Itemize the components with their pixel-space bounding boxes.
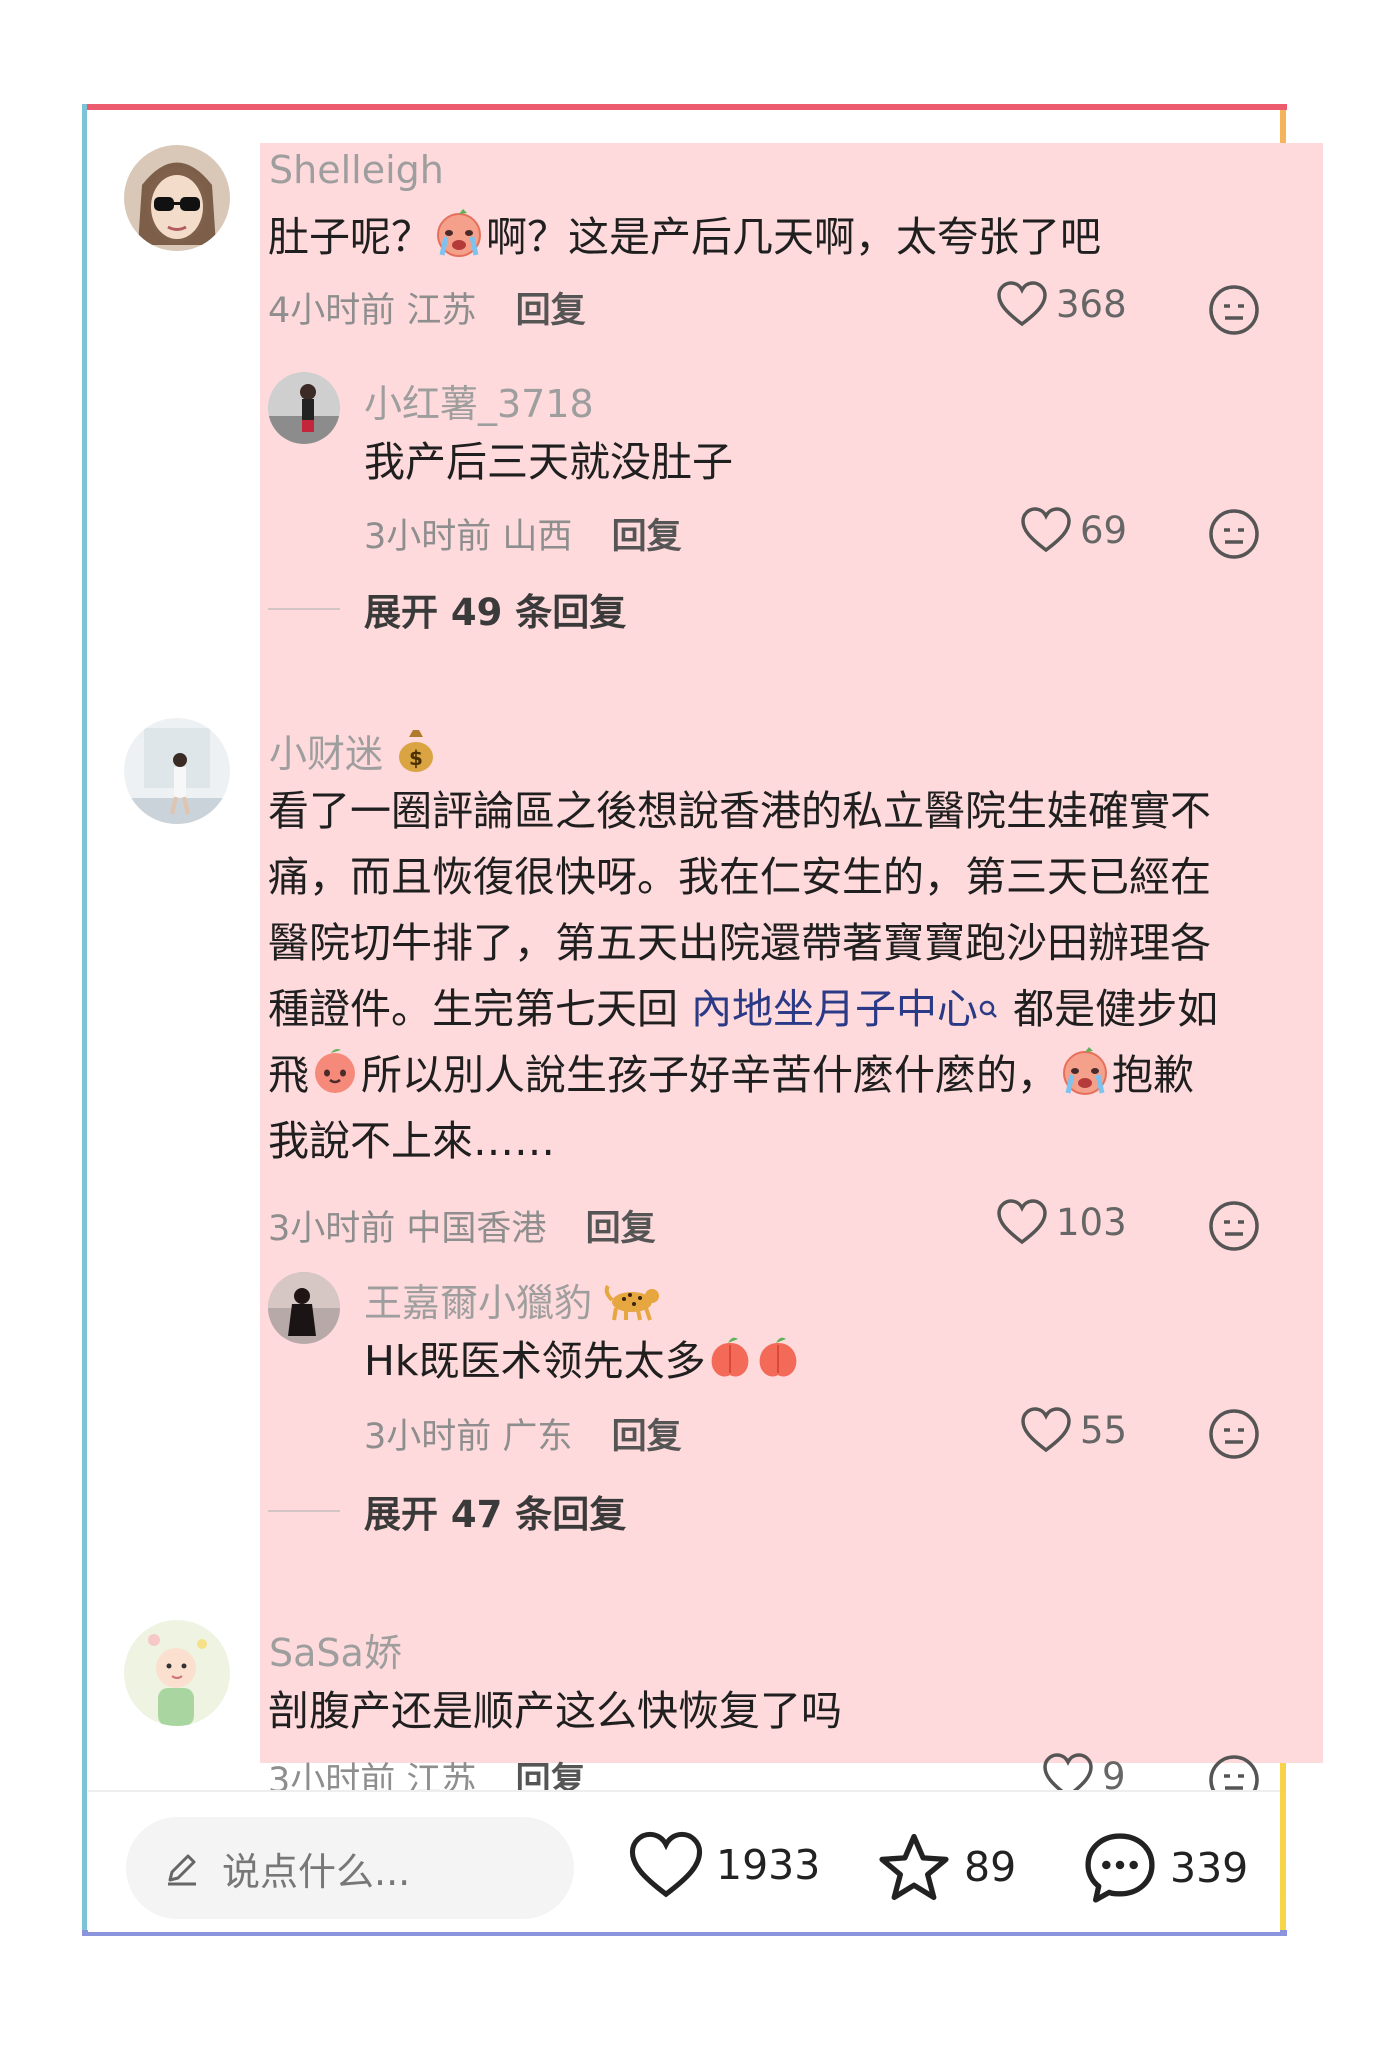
comment-text-line: 痛，而且恢復很快呀。我在仁安生的，第三天已經在 <box>268 853 1211 901</box>
reply-text: Hk既医术领先太多 <box>364 1328 802 1400</box>
svg-text:$: $ <box>409 746 423 770</box>
heart-icon <box>997 1199 1047 1245</box>
comment-time: 3小时前 <box>268 1209 396 1249</box>
comment-location: 中国香港 <box>406 1209 547 1249</box>
like-count: 55 <box>1080 1408 1128 1452</box>
comment-input[interactable]: 说点什么... <box>126 1817 574 1919</box>
reply-time: 3小时前 <box>364 1417 492 1457</box>
comment-text-line: 我說不上來…… <box>268 1117 555 1165</box>
peach-emoji <box>706 1334 754 1400</box>
username-text: 小财迷 <box>269 732 384 776</box>
comment-username[interactable]: Shelleigh <box>269 148 444 192</box>
reply-button[interactable]: 回复 <box>612 1417 682 1457</box>
comment-text-part: 所以別人說生孩子好辛苦什麼什麼的， <box>361 1051 1058 1099</box>
reply-text-part: Hk既医术领先太多 <box>364 1337 706 1385</box>
favorite-button[interactable]: 89 <box>876 1830 1016 1904</box>
like-button[interactable]: 55 <box>1020 1406 1127 1454</box>
comment-text: 剖腹产还是顺产这么快恢复了吗 <box>268 1687 842 1735</box>
reply-time: 3小时前 <box>364 517 492 557</box>
comment-text-line: 種證件。生完第七天回 內地坐月子中心 都是健步如 <box>268 976 1218 1048</box>
comment-button[interactable]: 339 <box>1082 1830 1248 1906</box>
like-button[interactable]: 69 <box>1020 506 1127 554</box>
avatar[interactable] <box>124 1620 230 1726</box>
reply-location: 山西 <box>502 517 573 557</box>
comment-text-line: 醫院切牛排了，第五天出院還帶著寶寶跑沙田辦理各 <box>268 919 1211 967</box>
comment-text-part: 都是健步如 <box>1000 985 1219 1033</box>
neutral-face-icon[interactable] <box>1208 1408 1260 1464</box>
neutral-face-icon[interactable] <box>1208 508 1260 564</box>
frame-border-top <box>84 104 1287 110</box>
peach-emoji <box>309 1047 361 1114</box>
comment-text-part: 啊？这是产后几天啊，太夸张了吧 <box>486 213 1101 261</box>
expand-divider <box>268 608 340 610</box>
like-count: 368 <box>1056 282 1127 326</box>
like-count: 69 <box>1080 508 1128 552</box>
username-text: 王嘉爾小獵豹 <box>364 1281 593 1325</box>
favorite-total: 89 <box>964 1843 1017 1891</box>
avatar[interactable] <box>124 718 230 824</box>
comment-text-part: 肚子呢？ <box>268 213 432 261</box>
comment-location: 江苏 <box>406 291 477 331</box>
neutral-face-icon[interactable] <box>1208 284 1260 340</box>
like-count: 103 <box>1056 1200 1127 1244</box>
comment-text-line: 飛 所以別人說生孩子好辛苦什麼什麼的， 抱歉 <box>268 1042 1194 1114</box>
comment-time: 4小时前 <box>268 291 396 331</box>
comment-input-placeholder: 说点什么... <box>222 1849 411 1894</box>
comment-meta: 3小时前 中国香港 回复 <box>268 1200 656 1251</box>
reply-button[interactable]: 回复 <box>586 1209 656 1249</box>
expand-replies-button[interactable]: 展开 49 条回复 <box>364 582 626 636</box>
comment-username[interactable]: SaSa娇 <box>269 1622 402 1677</box>
leopard-emoji <box>604 1280 662 1331</box>
crying-emoji <box>432 209 486 276</box>
expand-divider <box>268 1510 340 1512</box>
like-button[interactable]: 368 <box>996 280 1127 328</box>
expand-replies-button[interactable]: 展开 47 条回复 <box>364 1484 626 1538</box>
reply-location: 广东 <box>502 1417 573 1457</box>
neutral-face-icon[interactable] <box>1208 1200 1260 1256</box>
heart-icon <box>629 1831 703 1898</box>
heart-icon <box>1021 507 1071 553</box>
search-link[interactable]: 內地坐月子中心 <box>691 985 978 1033</box>
avatar[interactable] <box>268 372 340 444</box>
reply-text: 我产后三天就没肚子 <box>364 438 733 486</box>
heart-icon <box>1021 1407 1071 1453</box>
reply-username[interactable]: 小红薯_3718 <box>364 373 594 428</box>
money-bag-emoji: $ <box>395 727 437 782</box>
pencil-icon <box>162 1848 202 1888</box>
comment-meta: 4小时前 江苏 回复 <box>268 282 586 333</box>
like-button[interactable]: 103 <box>996 1198 1127 1246</box>
heart-icon <box>997 281 1047 327</box>
peach-emoji <box>754 1334 802 1400</box>
comment-username[interactable]: 小财迷 $ <box>269 723 437 782</box>
reply-meta: 3小时前 广东 回复 <box>364 1408 682 1459</box>
reply-username[interactable]: 王嘉爾小獵豹 <box>364 1272 662 1331</box>
like-post-button[interactable]: 1933 <box>628 1830 820 1900</box>
comment-text-part: 抱歉 <box>1112 1051 1194 1099</box>
comment-text: 肚子呢？ 啊？这是产后几天啊，太夸张了吧 <box>268 204 1101 276</box>
avatar[interactable] <box>268 1272 340 1344</box>
star-icon <box>879 1833 949 1901</box>
chat-bubble-icon <box>1085 1833 1155 1903</box>
comment-total: 339 <box>1170 1844 1249 1892</box>
comment-text-line: 看了一圈評論區之後想說香港的私立醫院生娃確實不 <box>268 787 1211 835</box>
crying-emoji <box>1058 1047 1112 1114</box>
search-icon[interactable] <box>978 982 1000 1048</box>
reply-button[interactable]: 回复 <box>612 517 682 557</box>
avatar[interactable] <box>124 145 230 251</box>
comment-text-part: 種證件。生完第七天回 <box>268 985 692 1033</box>
reply-button[interactable]: 回复 <box>516 291 586 331</box>
comment-text-part: 飛 <box>268 1051 309 1099</box>
reply-meta: 3小时前 山西 回复 <box>364 508 682 559</box>
frame-border-left <box>82 104 87 1936</box>
like-total: 1933 <box>716 1841 821 1889</box>
